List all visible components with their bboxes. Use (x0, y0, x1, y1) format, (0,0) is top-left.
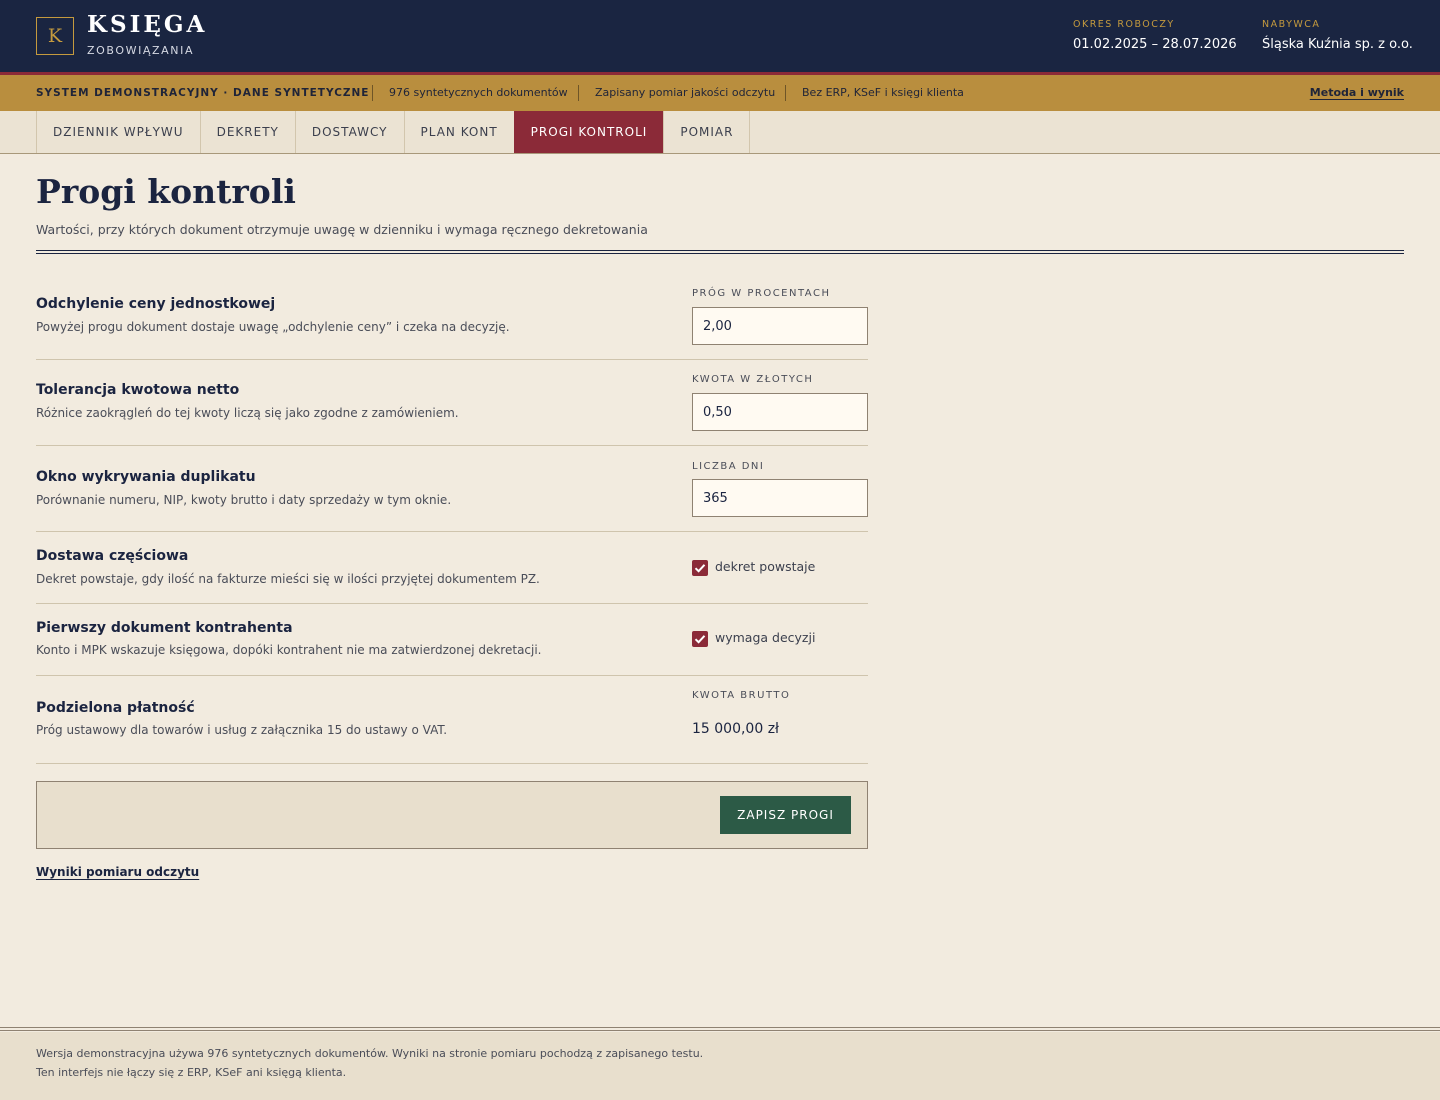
page-subtitle: Wartości, przy których dokument otrzymuj… (36, 222, 648, 237)
first-document-checkbox[interactable] (692, 631, 708, 647)
setting-description: Próg ustawowy dla towarów i usług z załą… (36, 723, 448, 737)
measurement-results-link[interactable]: Wyniki pomiaru odczytu (36, 865, 199, 879)
setting-title: Podzielona płatność (36, 700, 195, 716)
setting-split-payment: Podzielona płatność Próg ustawowy dla to… (36, 676, 868, 764)
divider (372, 85, 373, 101)
period-value: 01.02.2025 – 28.07.2026 (1073, 37, 1237, 52)
setting-title: Okno wykrywania duplikatu (36, 469, 256, 485)
setting-partial-delivery: Dostawa częściowa Dekret powstaje, gdy i… (36, 532, 868, 604)
field-label: PRÓG W PROCENTACH (692, 288, 831, 299)
buyer-label: NABYWCA (1262, 19, 1321, 30)
setting-first-document: Pierwszy dokument kontrahenta Konto i MP… (36, 604, 868, 676)
setting-price-deviation: Odchylenie ceny jednostkowej Powyżej pro… (36, 274, 868, 360)
setting-description: Różnice zaokrągleń do tej kwoty liczą si… (36, 406, 459, 420)
footer: Wersja demonstracyjna używa 976 syntetyc… (0, 1032, 1440, 1100)
partial-delivery-checkbox[interactable] (692, 560, 708, 576)
footer-text: Ten interfejs nie łączy się z ERP, KSeF … (36, 1066, 347, 1079)
brand-subtitle: ZOBOWIĄZANIA (87, 44, 195, 57)
checkbox-label: dekret powstaje (715, 559, 816, 574)
setting-title: Pierwszy dokument kontrahenta (36, 620, 293, 636)
setting-net-tolerance: Tolerancja kwotowa netto Różnice zaokrąg… (36, 360, 868, 446)
setting-description: Powyżej progu dokument dostaje uwagę „od… (36, 320, 510, 334)
system-label: SYSTEM DEMONSTRACYJNY · DANE SYNTETYCZNE (36, 87, 370, 99)
no-erp-info: Bez ERP, KSeF i księgi klienta (802, 86, 964, 99)
setting-description: Porównanie numeru, NIP, kwoty brutto i d… (36, 493, 452, 507)
setting-title: Odchylenie ceny jednostkowej (36, 296, 276, 312)
net-tolerance-input[interactable] (692, 393, 868, 431)
logo-icon: K (36, 17, 74, 55)
footer-divider (0, 1027, 1440, 1028)
buyer-value: Śląska Kuźnia sp. z o.o. (1262, 37, 1413, 52)
main-navigation: DZIENNIK WPŁYWU DEKRETY DOSTAWCY PLAN KONT P… (0, 111, 1440, 154)
setting-title: Dostawa częściowa (36, 548, 189, 564)
checkbox-label: wymaga decyzji (715, 630, 816, 645)
setting-duplicate-window: Okno wykrywania duplikatu Porównanie num… (36, 446, 868, 532)
save-panel: ZAPISZ PROGI (36, 781, 868, 849)
setting-title: Tolerancja kwotowa netto (36, 382, 240, 398)
app-header: K KSIĘGA ZOBOWIĄZANIA OKRES ROBOCZY 01.0… (0, 0, 1440, 72)
nav-tab-dziennik-wpływu[interactable]: DZIENNIK WPŁYWU (36, 111, 200, 153)
field-label: KWOTA W ZŁOTYCH (692, 374, 814, 385)
page-title: Progi kontroli (36, 172, 296, 211)
footer-text: Wersja demonstracyjna używa 976 syntetyc… (36, 1047, 704, 1060)
footer-divider (0, 1030, 1440, 1031)
field-label: LICZBA DNI (692, 461, 765, 472)
nav-tab-dekrety[interactable]: DEKRETY (199, 111, 295, 153)
nav-tab-dostawcy[interactable]: DOSTAWCY (294, 111, 404, 153)
title-divider (36, 250, 1404, 251)
period-label: OKRES ROBOCZY (1073, 19, 1175, 30)
checkmark-icon (694, 635, 706, 644)
setting-description: Konto i MPK wskazuje księgowa, dopóki ko… (36, 643, 542, 657)
nav-tab-progi-kontroli[interactable]: PROGI KONTROLI (513, 111, 664, 153)
title-divider (36, 253, 1404, 254)
field-label: KWOTA BRUTTO (692, 690, 791, 701)
duplicate-days-input[interactable] (692, 479, 868, 517)
brand-title: KSIĘGA (87, 11, 208, 38)
divider (785, 85, 786, 101)
info-bar: SYSTEM DEMONSTRACYJNY · DANE SYNTETYCZNE… (0, 75, 1440, 111)
price-deviation-input[interactable] (692, 307, 868, 345)
checkmark-icon (694, 564, 706, 573)
documents-count: 976 syntetycznych dokumentów (389, 86, 568, 99)
measurement-info: Zapisany pomiar jakości odczytu (595, 86, 776, 99)
nav-tab-pomiar[interactable]: POMIAR (663, 111, 751, 153)
method-and-result-link[interactable]: Metoda i wynik (1310, 75, 1404, 111)
save-thresholds-button[interactable]: ZAPISZ PROGI (720, 796, 851, 834)
setting-description: Dekret powstaje, gdy ilość na fakturze m… (36, 572, 540, 586)
nav-tab-plan-kont[interactable]: PLAN KONT (403, 111, 514, 153)
divider (578, 85, 579, 101)
split-payment-amount: 15 000,00 zł (692, 721, 780, 737)
